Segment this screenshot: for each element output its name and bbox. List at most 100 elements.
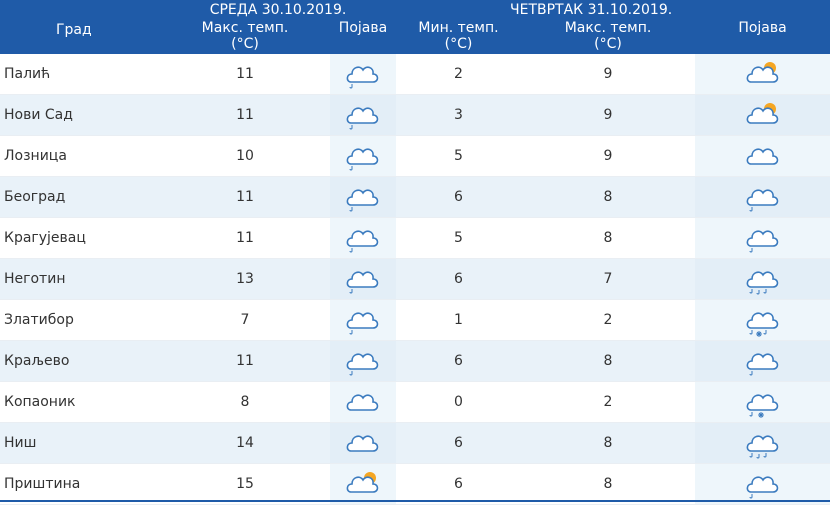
day1-weather-cell [330,463,397,505]
day1-weather-cell [330,135,397,177]
day2-date-header: ЧЕТВРТАК 31.10.2019. [396,0,830,20]
day1-max-temp: 11 [160,340,330,382]
day1-phenomenon-header: Појава [330,20,397,54]
day2-min-temp: 6 [396,258,522,300]
city-name: Београд [0,176,160,218]
day1-weather-cell [330,381,397,423]
day1-date: СРЕДА 30.10.2019. [209,2,347,18]
cloud-rain-snow-icon [746,312,778,337]
city-name: Златибор [0,299,160,341]
city-name: Приштина [0,463,160,505]
day1-max-temp: 14 [160,422,330,464]
day1-weather-cell [330,176,397,218]
day2-max-temp: 8 [521,340,696,382]
cloud-drizzle-icon [346,189,379,212]
cloud-icon [346,435,379,452]
day2-min-temp: 5 [396,135,522,177]
day2-max-temp: 2 [521,381,696,423]
cloud-icon [746,148,778,165]
day2-min-temp: 0 [396,381,522,423]
cloud-rain-icon [746,271,778,295]
day1-weather-cell [330,340,397,382]
table-row: Златибор 7 1 2 [0,299,830,341]
day1-max-unit: (°C) [231,36,259,52]
cloud-drizzle-icon [346,66,379,89]
day2-weather-cell [695,217,830,259]
day2-phenomenon-header: Појава [695,20,830,54]
day2-min-temp: 6 [396,422,522,464]
table-row: Копаоник 8 0 2 [0,381,830,423]
day1-max-temp: 7 [160,299,330,341]
day2-max-unit: (°C) [594,36,622,52]
day2-min-label: Мин. темп. [418,20,499,36]
city-name: Краљево [0,340,160,382]
cloud-drizzle-icon [346,271,379,294]
day2-weather-cell [695,135,830,177]
day2-max-temp: 8 [521,217,696,259]
partly-cloudy-icon [746,103,778,124]
table-row: Нови Сад 11 3 9 [0,94,830,136]
city-column-header: Град [0,0,160,54]
day1-max-temp: 11 [160,217,330,259]
day2-weather-cell [695,176,830,218]
day2-min-temp: 6 [396,463,522,505]
table-row: Лозница 10 5 9 [0,135,830,177]
day1-max-temp: 11 [160,176,330,218]
day1-max-temp: 10 [160,135,330,177]
day2-weather-cell [695,258,830,300]
table-row: Приштина 15 6 8 [0,463,830,505]
table-header: Град СРЕДА 30.10.2019. ЧЕТВРТАК 31.10.20… [0,0,830,54]
table-row: Крагујевац 11 5 8 [0,217,830,259]
day1-phenomenon-label: Појава [338,20,388,36]
cloud-drizzle-icon [746,230,778,253]
city-name: Ниш [0,422,160,464]
day2-min-temp: 6 [396,340,522,382]
day1-weather-cell [330,258,397,300]
day2-max-header: Макс. темп. (°C) [521,20,696,54]
day2-max-temp: 9 [521,54,696,95]
day1-max-temp: 11 [160,94,330,136]
day2-max-label: Макс. темп. [564,20,652,36]
day2-max-temp: 9 [521,94,696,136]
day2-weather-cell [695,54,830,95]
cloud-drizzle-icon [746,353,778,376]
day2-max-temp: 8 [521,463,696,505]
table-row: Краљево 11 6 8 [0,340,830,382]
cloud-drizzle-icon [346,107,379,130]
day1-max-temp: 11 [160,54,330,95]
city-name: Крагујевац [0,217,160,259]
day2-weather-cell [695,94,830,136]
cloud-drizzle-icon [746,476,778,499]
table-row: Палић 11 2 9 [0,54,830,95]
table-row: Београд 11 6 8 [0,176,830,218]
day2-min-header: Мин. темп. (°C) [396,20,522,54]
day2-min-unit: (°C) [444,36,473,52]
day2-max-temp: 2 [521,299,696,341]
cloud-drizzle-icon [346,230,379,253]
forecast-rows: Палић 11 2 9 Нови Сад 11 3 9 Лозница 10 5 9 Београд 1… [0,54,830,505]
day1-weather-cell [330,94,397,136]
day1-date-header: СРЕДА 30.10.2019. [160,0,397,20]
cloud-drizzle-icon [346,353,379,376]
day2-min-temp: 3 [396,94,522,136]
day2-max-temp: 7 [521,258,696,300]
table-row: Неготин 13 6 7 [0,258,830,300]
forecast-table: Град СРЕДА 30.10.2019. ЧЕТВРТАК 31.10.20… [0,0,830,505]
day2-min-temp: 6 [396,176,522,218]
cloud-drizzle-icon [346,312,379,335]
partly-cloudy-icon [746,62,778,83]
city-name: Неготин [0,258,160,300]
day1-max-label: Макс. темп. [201,20,289,36]
city-name: Копаоник [0,381,160,423]
day2-weather-cell [695,463,830,505]
city-name: Палић [0,54,160,95]
day1-max-temp: 13 [160,258,330,300]
city-name: Лозница [0,135,160,177]
cloud-icon [346,394,379,411]
day1-max-temp: 8 [160,381,330,423]
day2-weather-cell [695,422,830,464]
day2-weather-cell [695,299,830,341]
cloud-drizzle-icon [746,189,778,212]
day1-weather-cell [330,217,397,259]
day1-weather-cell [330,54,397,95]
